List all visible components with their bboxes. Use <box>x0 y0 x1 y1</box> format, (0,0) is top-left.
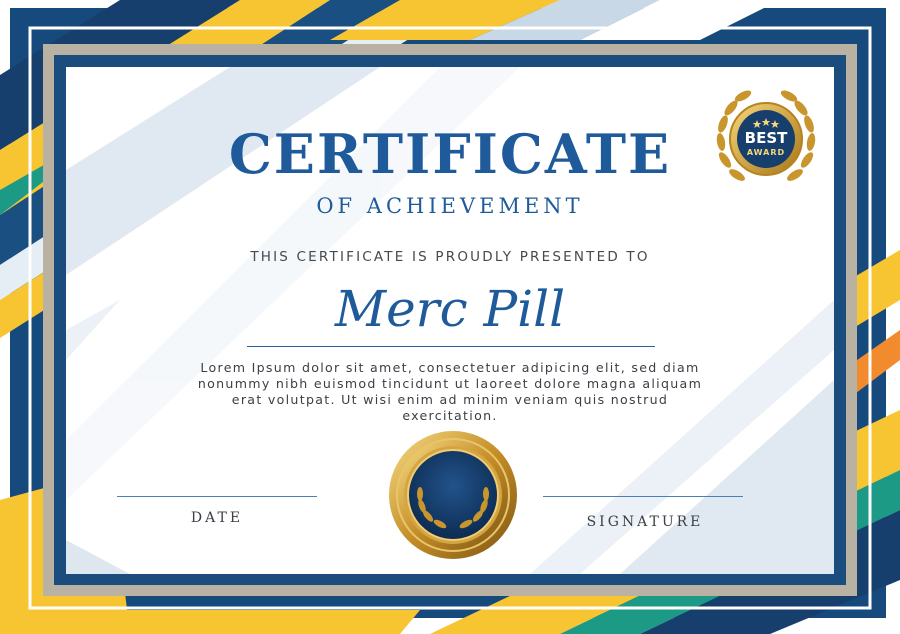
recipient-name-underline <box>247 346 655 347</box>
signature-label: SIGNATURE <box>586 514 704 530</box>
date-label: DATE <box>190 510 244 526</box>
best-award-badge: BEST AWARD <box>716 90 816 181</box>
badge-line2: AWARD <box>747 148 785 157</box>
presented-to-text: THIS CERTIFICATE IS PROUDLY PRESENTED TO <box>250 249 650 265</box>
badge-line1: BEST <box>745 129 788 147</box>
certificate-body-text: Lorem Ipsum dolor sit amet, consectetuer… <box>197 360 703 423</box>
recipient-name: Merc Pill <box>334 280 566 338</box>
seal-medallion-icon <box>389 431 517 559</box>
date-line <box>117 496 317 497</box>
signature-line <box>543 496 743 497</box>
certificate-page: CERTIFICATE OF ACHIEVEMENT THIS CERTIFIC… <box>0 0 900 634</box>
